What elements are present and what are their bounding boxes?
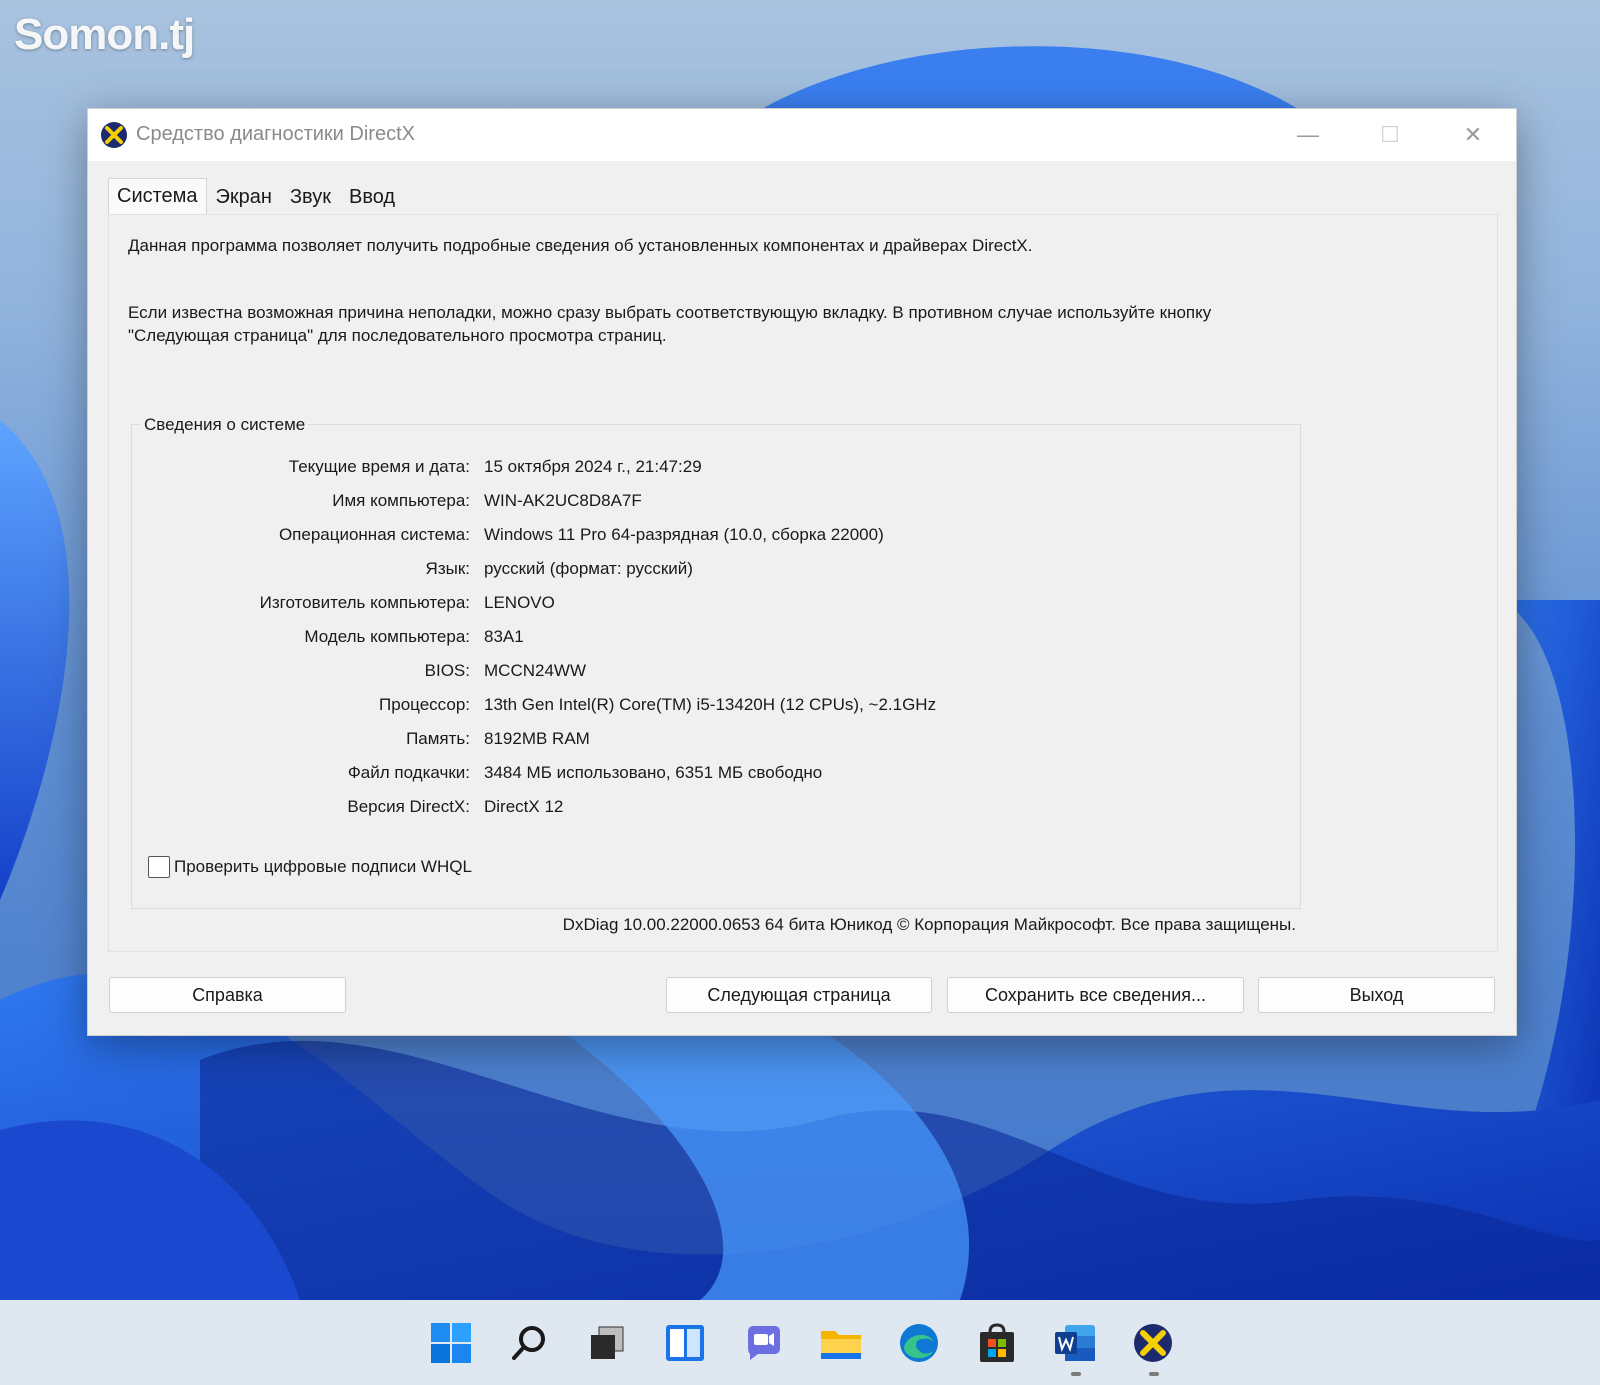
save-all-info-button[interactable]: Сохранить все сведения... bbox=[947, 977, 1244, 1013]
close-button[interactable]: ✕ bbox=[1433, 109, 1513, 161]
info-row-bios: BIOS: MCCN24WW bbox=[132, 661, 1032, 687]
info-label: Память: bbox=[406, 729, 470, 748]
running-indicator bbox=[1149, 1372, 1159, 1376]
info-row-memory: Память: 8192MB RAM bbox=[132, 729, 1032, 755]
info-label: Версия DirectX: bbox=[347, 797, 470, 816]
store-icon[interactable] bbox=[974, 1320, 1020, 1366]
info-row-model: Модель компьютера: 83A1 bbox=[132, 627, 1032, 653]
info-label: Язык: bbox=[425, 559, 470, 578]
info-value: 83A1 bbox=[484, 627, 524, 646]
info-row-computer-name: Имя компьютера: WIN-AK2UC8D8A7F bbox=[132, 491, 1032, 517]
whql-checkbox[interactable] bbox=[148, 856, 170, 878]
taskbar bbox=[0, 1300, 1600, 1385]
info-label: Изготовитель компьютера: bbox=[259, 593, 470, 612]
info-value: русский (формат: русский) bbox=[484, 559, 693, 578]
close-icon: ✕ bbox=[1463, 122, 1483, 147]
info-label: Операционная система: bbox=[278, 525, 470, 544]
dxdiag-app-icon bbox=[101, 122, 127, 148]
info-row-directx-version: Версия DirectX: DirectX 12 bbox=[132, 797, 1032, 823]
dxdiag-icon[interactable] bbox=[1130, 1320, 1176, 1366]
maximize-icon: ☐ bbox=[1380, 122, 1400, 147]
info-label: Процессор: bbox=[379, 695, 470, 714]
info-label: Текущие время и дата: bbox=[288, 457, 470, 476]
info-label: BIOS: bbox=[424, 661, 470, 680]
whql-checkbox-row[interactable]: Проверить цифровые подписи WHQL bbox=[148, 856, 472, 878]
chat-icon[interactable] bbox=[740, 1320, 786, 1366]
info-row-manufacturer: Изготовитель компьютера: LENOVO bbox=[132, 593, 1032, 619]
help-button[interactable]: Справка bbox=[109, 977, 346, 1013]
version-copyright-text: DxDiag 10.00.22000.0653 64 бита Юникод ©… bbox=[562, 915, 1296, 934]
exit-button[interactable]: Выход bbox=[1258, 977, 1495, 1013]
minimize-icon: — bbox=[1297, 122, 1319, 147]
info-row-os: Операционная система: Windows 11 Pro 64-… bbox=[132, 525, 1032, 551]
tab-sound[interactable]: Звук bbox=[281, 181, 340, 215]
hint-text: Если известна возможная причина неполадк… bbox=[128, 303, 1212, 345]
info-value: 15 октября 2024 г., 21:47:29 bbox=[484, 457, 702, 476]
info-value: 13th Gen Intel(R) Core(TM) i5-13420H (12… bbox=[484, 695, 937, 714]
widgets-icon[interactable] bbox=[662, 1320, 708, 1366]
word-icon[interactable] bbox=[1052, 1320, 1098, 1366]
info-value: LENOVO bbox=[484, 593, 555, 612]
info-value: 8192MB RAM bbox=[484, 729, 590, 748]
file-explorer-icon[interactable] bbox=[818, 1320, 864, 1366]
info-row-language: Язык: русский (формат: русский) bbox=[132, 559, 1032, 585]
info-row-datetime: Текущие время и дата: 15 октября 2024 г.… bbox=[132, 457, 1032, 483]
title-bar[interactable]: Средство диагностики DirectX — ☐ ✕ bbox=[88, 109, 1516, 161]
info-label: Файл подкачки: bbox=[347, 763, 470, 782]
dxdiag-window: Средство диагностики DirectX — ☐ ✕ Систе… bbox=[87, 108, 1517, 1036]
task-view-icon[interactable] bbox=[584, 1320, 630, 1366]
start-icon[interactable] bbox=[428, 1320, 474, 1366]
system-info-group-title: Сведения о системе bbox=[141, 415, 309, 435]
tab-input[interactable]: Ввод bbox=[340, 181, 404, 215]
next-page-button[interactable]: Следующая страница bbox=[666, 977, 932, 1013]
info-label: Имя компьютера: bbox=[332, 491, 470, 510]
window-title: Средство диагностики DirectX bbox=[136, 123, 415, 145]
minimize-button[interactable]: — bbox=[1268, 109, 1348, 161]
info-value: DirectX 12 bbox=[484, 797, 564, 816]
search-icon[interactable] bbox=[506, 1320, 552, 1366]
whql-checkbox-label[interactable]: Проверить цифровые подписи WHQL bbox=[174, 857, 472, 877]
tab-display[interactable]: Экран bbox=[207, 181, 281, 215]
edge-icon[interactable] bbox=[896, 1320, 942, 1366]
running-indicator bbox=[1071, 1372, 1081, 1376]
maximize-button[interactable]: ☐ bbox=[1350, 109, 1430, 161]
info-row-processor: Процессор: 13th Gen Intel(R) Core(TM) i5… bbox=[132, 695, 1032, 721]
info-value: Windows 11 Pro 64-разрядная (10.0, сборк… bbox=[484, 525, 884, 544]
info-label: Модель компьютера: bbox=[304, 627, 470, 646]
tab-system[interactable]: Система bbox=[108, 178, 207, 214]
tab-strip: Система Экран Звук Ввод bbox=[108, 178, 404, 215]
intro-text: Данная программа позволяет получить подр… bbox=[128, 236, 1033, 255]
watermark-logo: Somon.tj bbox=[14, 10, 195, 59]
info-value: MCCN24WW bbox=[484, 661, 586, 680]
info-row-page-file: Файл подкачки: 3484 МБ использовано, 635… bbox=[132, 763, 1032, 789]
info-value: 3484 МБ использовано, 6351 МБ свободно bbox=[484, 763, 823, 782]
info-value: WIN-AK2UC8D8A7F bbox=[484, 491, 642, 510]
